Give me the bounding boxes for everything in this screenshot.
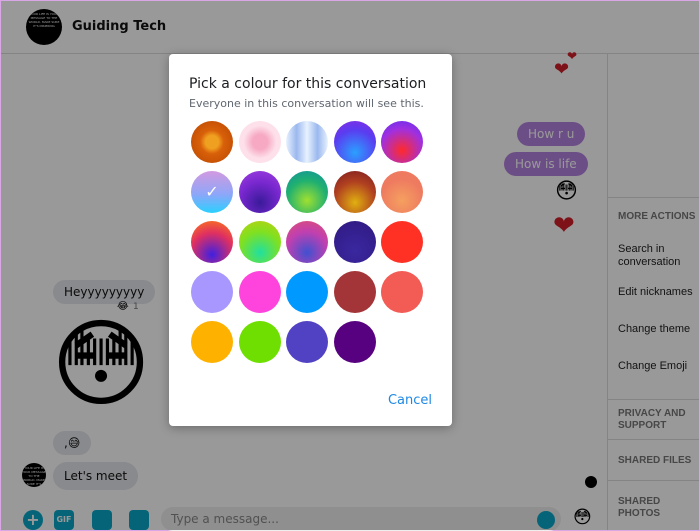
colour-swatch[interactable] xyxy=(333,121,376,163)
colour-swatch[interactable] xyxy=(191,121,233,163)
colour-swatch[interactable] xyxy=(238,321,281,363)
colour-swatch[interactable] xyxy=(286,271,328,313)
colour-swatch[interactable] xyxy=(333,221,376,263)
colour-swatch[interactable] xyxy=(333,271,376,313)
colour-swatch[interactable] xyxy=(286,121,328,163)
colour-swatch[interactable] xyxy=(191,221,233,263)
colour-swatch[interactable] xyxy=(286,171,328,213)
colour-swatch[interactable] xyxy=(191,321,233,363)
colour-swatch[interactable] xyxy=(381,221,423,263)
colour-swatch[interactable] xyxy=(381,271,423,313)
colour-swatch[interactable] xyxy=(381,171,423,213)
colour-swatch[interactable] xyxy=(333,321,376,363)
colour-swatch[interactable] xyxy=(238,221,281,263)
cancel-button[interactable]: Cancel xyxy=(388,393,432,408)
dialog-title: Pick a colour for this conversation xyxy=(189,76,427,92)
colour-picker-dialog: Pick a colour for this conversation Ever… xyxy=(169,54,452,426)
colour-swatch[interactable] xyxy=(238,121,281,163)
colour-swatch-grid: ✓ xyxy=(191,121,423,363)
colour-swatch[interactable] xyxy=(381,121,423,163)
colour-swatch[interactable] xyxy=(191,271,233,313)
colour-swatch[interactable] xyxy=(238,171,281,213)
colour-swatch[interactable]: ✓ xyxy=(191,171,233,213)
colour-swatch[interactable] xyxy=(238,271,281,313)
colour-swatch[interactable] xyxy=(333,171,376,213)
colour-swatch[interactable] xyxy=(286,321,328,363)
colour-swatch[interactable] xyxy=(286,221,328,263)
check-icon: ✓ xyxy=(205,182,219,201)
dialog-subtitle: Everyone in this conversation will see t… xyxy=(189,97,424,110)
